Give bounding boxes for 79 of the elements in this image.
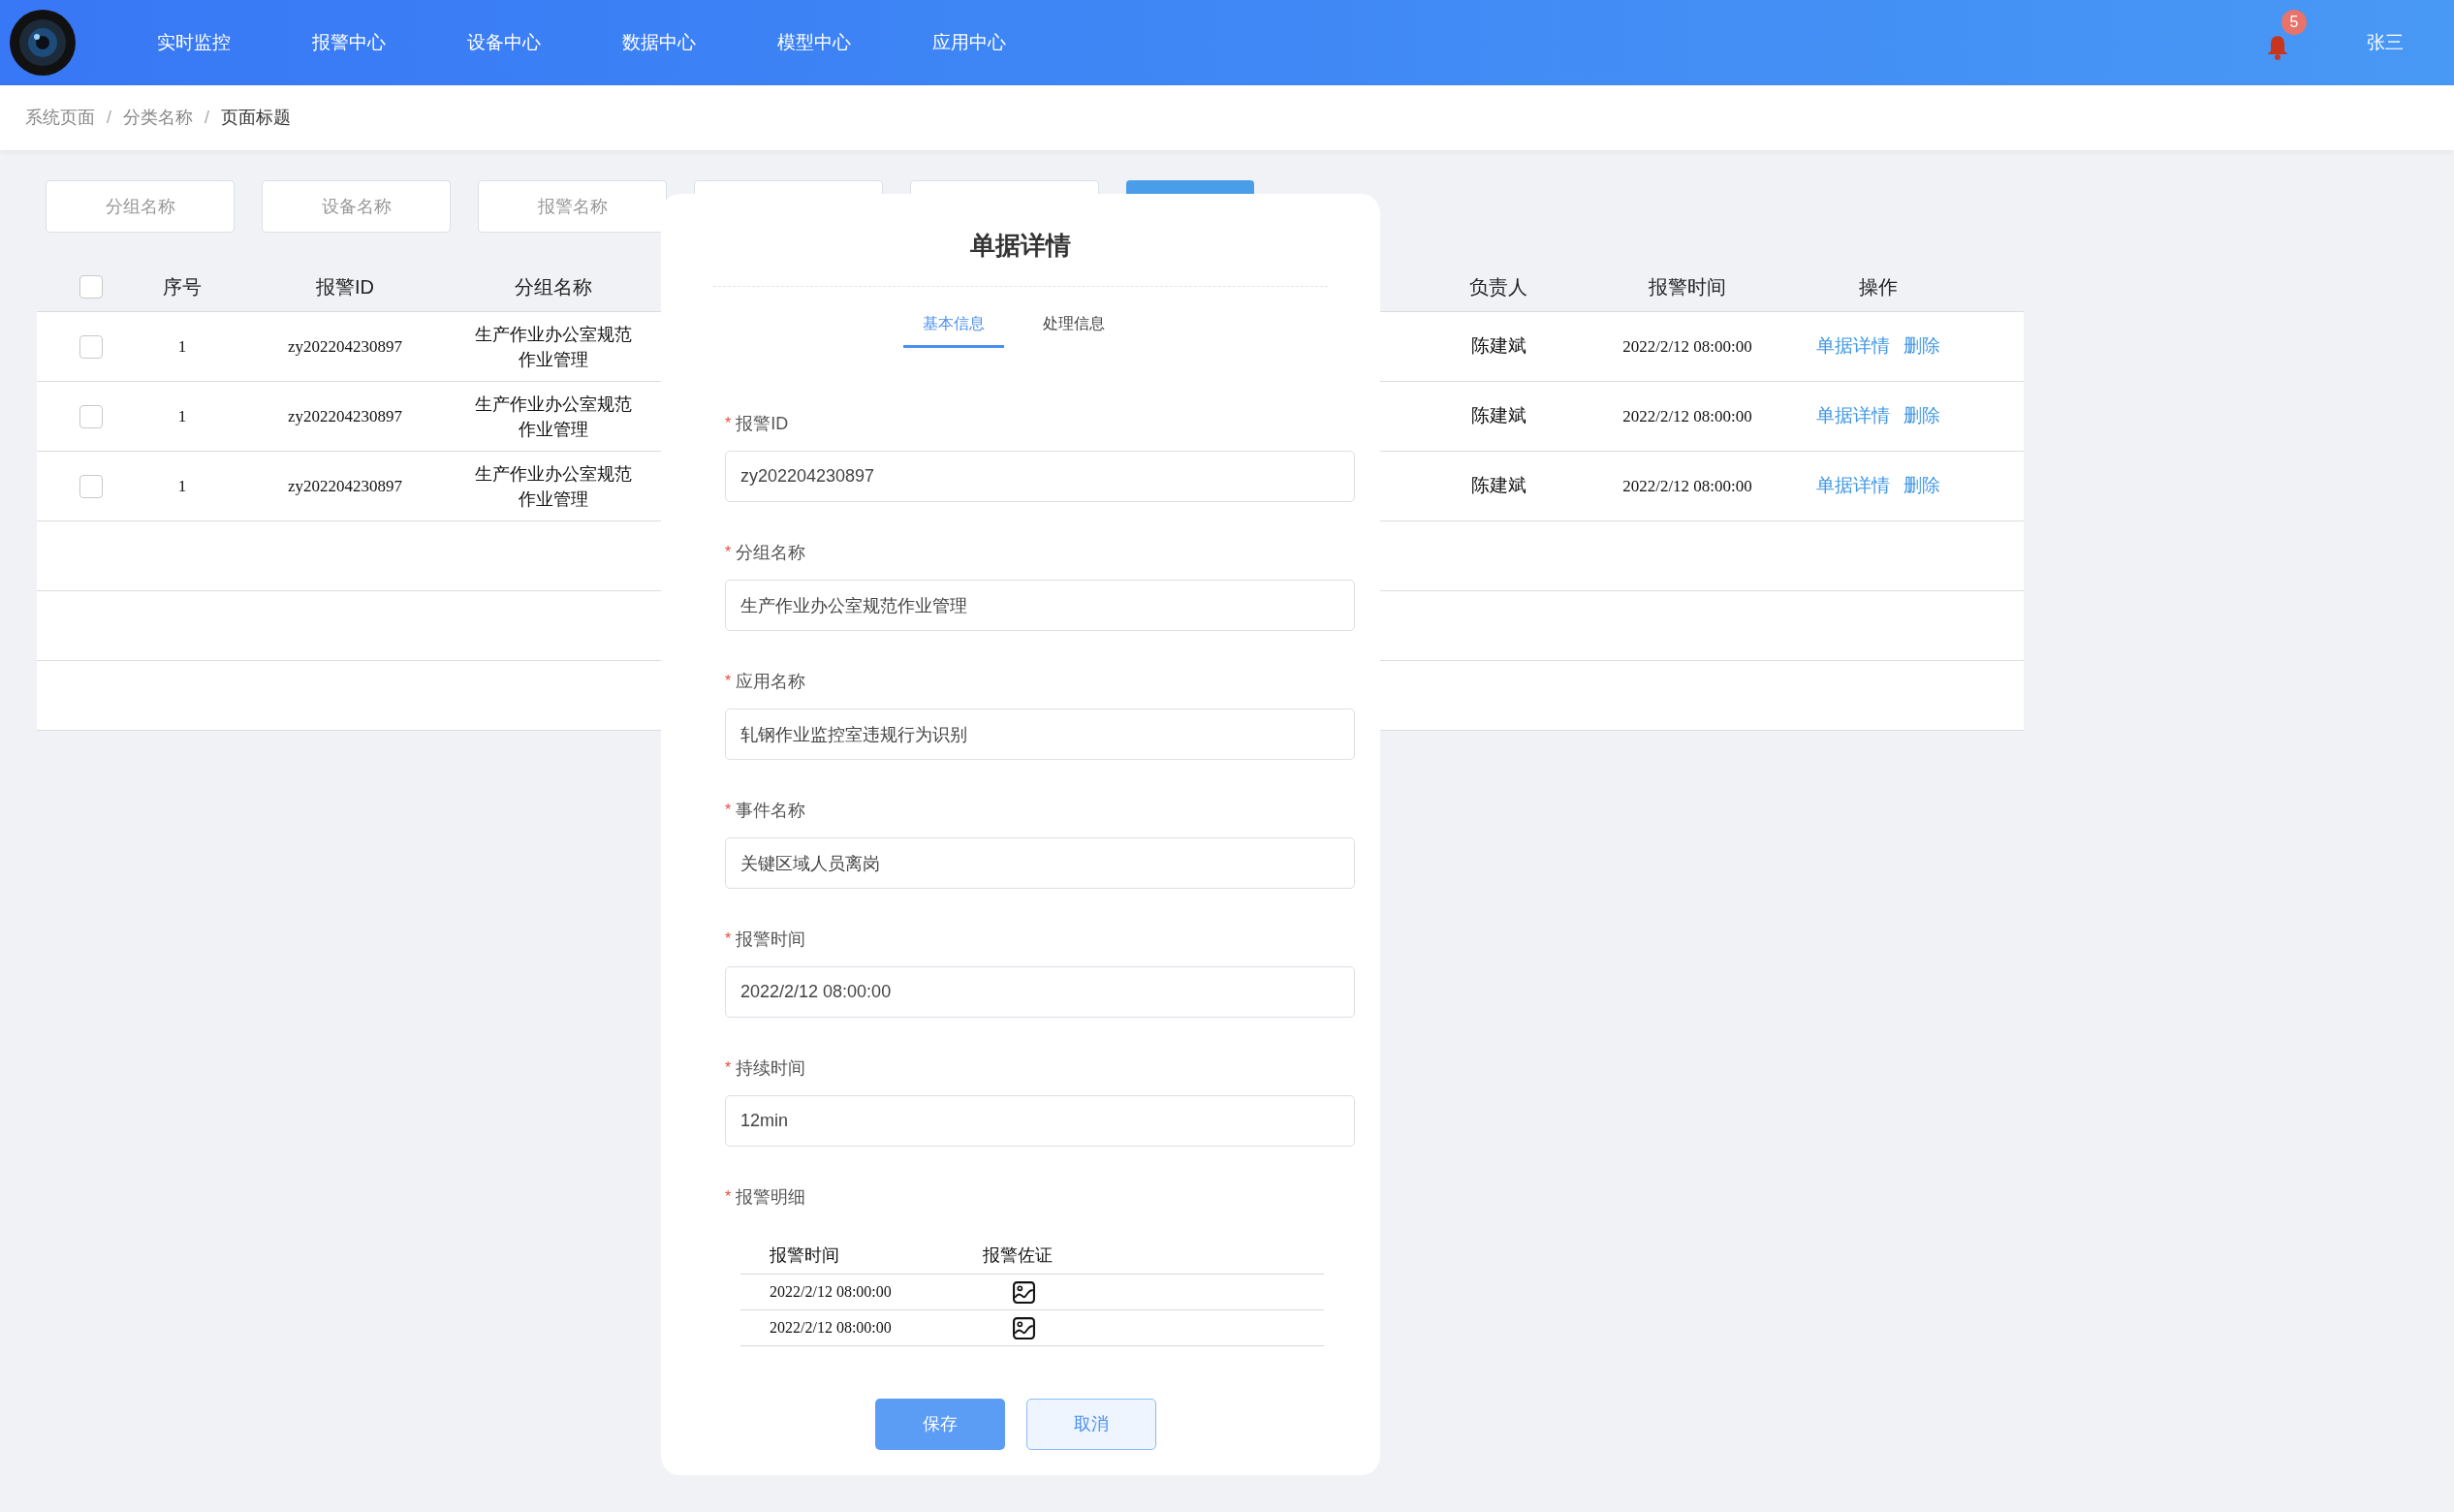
nav-link[interactable]: 数据中心 bbox=[582, 28, 737, 57]
input-field[interactable]: 轧钢作业监控室违规行为识别 bbox=[725, 709, 1355, 760]
dialog-title: 单据详情 bbox=[970, 231, 1071, 260]
checkbox[interactable] bbox=[79, 404, 103, 428]
nav-link[interactable]: 实时监控 bbox=[116, 28, 271, 57]
field-label: 持续时间 bbox=[736, 1056, 806, 1080]
nav-link[interactable]: 报警中心 bbox=[271, 28, 426, 57]
field-label: 事件名称 bbox=[736, 799, 806, 822]
nav-link[interactable]: 设备中心 bbox=[426, 28, 582, 57]
table-cell-text: zy202204230897 bbox=[287, 475, 402, 497]
action-link[interactable]: 删除 bbox=[1903, 332, 1940, 361]
tab[interactable]: 基本信息 bbox=[903, 312, 1004, 348]
breadcrumb-separator: / bbox=[107, 107, 111, 129]
camera-lens-logo bbox=[10, 10, 76, 76]
table-cell-text: 2022/2/12 08:00:00 bbox=[1622, 405, 1752, 427]
nav-link[interactable]: 模型中心 bbox=[737, 28, 892, 57]
column-header: 报警ID bbox=[316, 274, 374, 299]
breadcrumb-link[interactable]: 分类名称 bbox=[123, 105, 193, 131]
table-cell-text: 1 bbox=[177, 475, 187, 497]
action-link[interactable]: 单据详情 bbox=[1816, 402, 1890, 430]
required-mark: * bbox=[725, 543, 732, 562]
field-label: 报警ID bbox=[736, 412, 789, 435]
column-header: 报警时间 bbox=[1649, 274, 1726, 299]
column-header: 分组名称 bbox=[515, 274, 592, 299]
required-mark: * bbox=[725, 801, 732, 820]
image-icon[interactable] bbox=[1012, 1279, 1036, 1305]
save-button[interactable]: 保存 bbox=[875, 1399, 1005, 1450]
table-cell: 2022/2/12 08:00:00 bbox=[770, 1283, 892, 1300]
required-mark: * bbox=[725, 929, 732, 949]
column-header: 报警佐证 bbox=[983, 1245, 1053, 1265]
table-cell-text: zy202204230897 bbox=[287, 405, 402, 427]
required-mark: * bbox=[725, 1058, 732, 1078]
field-label: 报警明细 bbox=[736, 1185, 806, 1209]
table-cell-text: 生产作业办公室规范作业管理 bbox=[475, 323, 632, 371]
table-cell-text: 1 bbox=[177, 405, 187, 427]
breadcrumb-link[interactable]: 系统页面 bbox=[25, 105, 95, 131]
filter-field[interactable]: 设备名称 bbox=[262, 180, 451, 233]
table-cell-text: 2022/2/12 08:00:00 bbox=[1622, 335, 1752, 358]
checkbox[interactable] bbox=[79, 274, 103, 299]
column-header: 序号 bbox=[163, 274, 202, 299]
checkbox[interactable] bbox=[79, 474, 103, 498]
nav-link[interactable]: 应用中心 bbox=[892, 28, 1047, 57]
filter-field[interactable]: 报警名称 bbox=[478, 180, 667, 233]
table-cell-text: 陈建斌 bbox=[1470, 334, 1526, 359]
input-field[interactable]: 关键区域人员离岗 bbox=[725, 837, 1355, 889]
field-label: 分组名称 bbox=[736, 541, 806, 564]
input-field[interactable]: 2022/2/12 08:00:00 bbox=[725, 966, 1355, 1018]
field-label: 报警时间 bbox=[736, 928, 806, 951]
cancel-button[interactable]: 取消 bbox=[1026, 1399, 1156, 1450]
user-name[interactable]: 张三 bbox=[2367, 28, 2404, 57]
column-header: 操作 bbox=[1859, 274, 1898, 299]
notification-badge: 5 bbox=[2281, 10, 2307, 35]
action-link[interactable]: 单据详情 bbox=[1816, 332, 1890, 361]
tab[interactable]: 处理信息 bbox=[1023, 312, 1124, 348]
table-cell-text: 陈建斌 bbox=[1470, 404, 1526, 428]
checkbox[interactable] bbox=[79, 334, 103, 359]
field-label: 应用名称 bbox=[736, 670, 806, 693]
table-cell-text: 陈建斌 bbox=[1470, 474, 1526, 498]
required-mark: * bbox=[725, 672, 732, 691]
image-icon[interactable] bbox=[1012, 1315, 1036, 1340]
table-cell-text: 生产作业办公室规范作业管理 bbox=[475, 462, 632, 511]
breadcrumb-link[interactable]: 页面标题 bbox=[221, 105, 292, 131]
input-field[interactable]: 12min bbox=[725, 1095, 1355, 1147]
table-cell: 2022/2/12 08:00:00 bbox=[770, 1319, 892, 1336]
required-mark: * bbox=[725, 1187, 732, 1207]
action-link[interactable]: 删除 bbox=[1903, 472, 1940, 500]
column-header: 报警时间 bbox=[770, 1245, 839, 1265]
table-cell-text: 生产作业办公室规范作业管理 bbox=[475, 393, 632, 441]
table-cell-text: 1 bbox=[177, 335, 187, 358]
column-header: 负责人 bbox=[1469, 274, 1527, 299]
filter-field[interactable]: 分组名称 bbox=[46, 180, 235, 233]
input-field[interactable]: 生产作业办公室规范作业管理 bbox=[725, 580, 1355, 631]
table-cell-text: zy202204230897 bbox=[287, 335, 402, 358]
required-mark: * bbox=[725, 414, 732, 433]
input-field[interactable]: zy202204230897 bbox=[725, 451, 1355, 502]
action-link[interactable]: 单据详情 bbox=[1816, 472, 1890, 500]
action-link[interactable]: 删除 bbox=[1903, 402, 1940, 430]
breadcrumb-separator: / bbox=[204, 107, 210, 129]
table-cell-text: 2022/2/12 08:00:00 bbox=[1622, 475, 1752, 497]
